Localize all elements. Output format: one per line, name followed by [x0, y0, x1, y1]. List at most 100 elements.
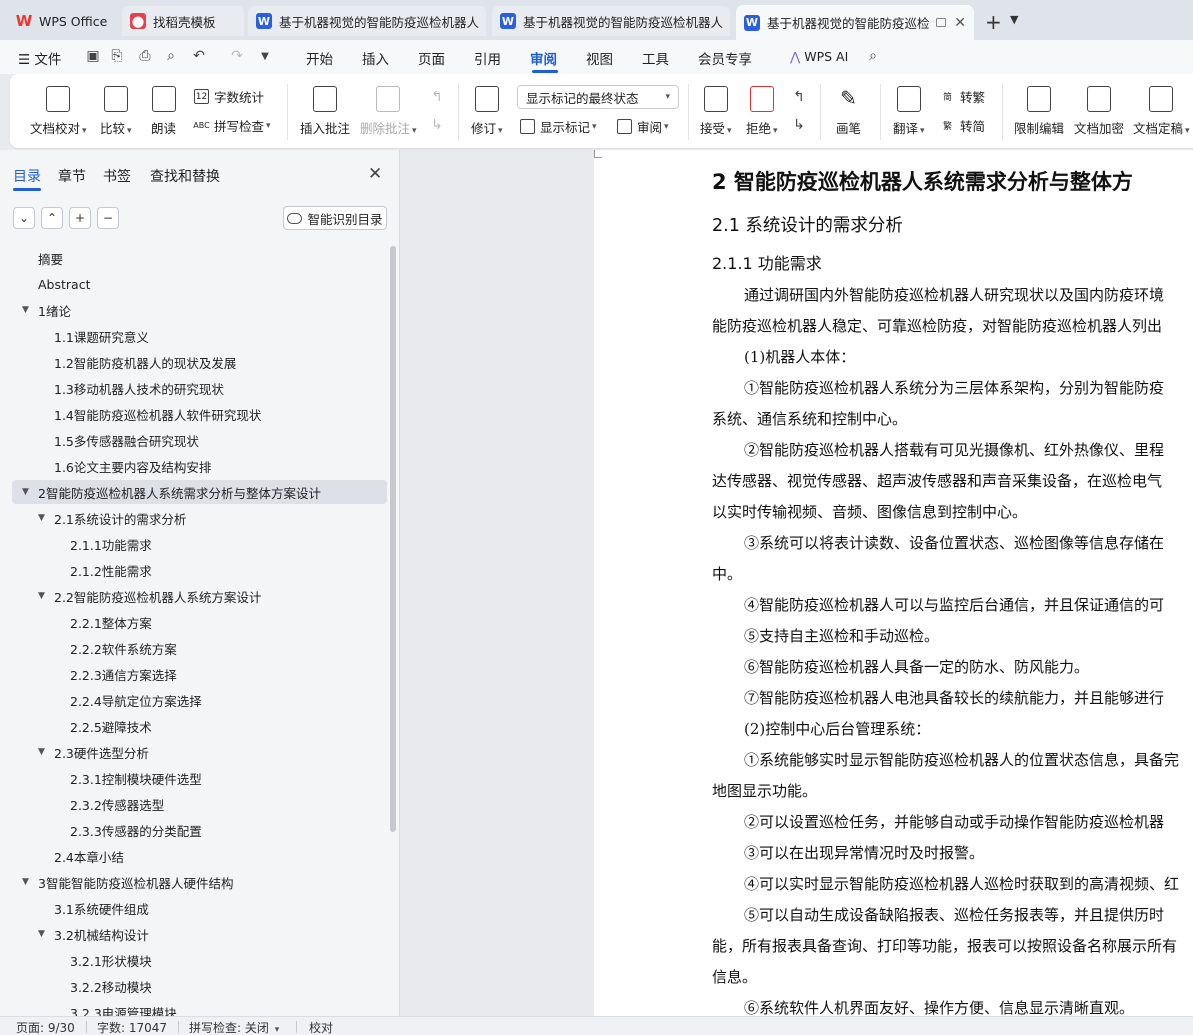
tab-wps-office[interactable]: W WPS Office: [8, 6, 120, 36]
menu-home[interactable]: 开始: [306, 48, 333, 68]
redo-icon[interactable]: ↷: [228, 47, 246, 65]
new-tab-icon[interactable]: +: [985, 10, 1002, 34]
read-aloud-button[interactable]: 朗读: [151, 86, 176, 137]
remove-level-button[interactable]: −: [97, 207, 119, 229]
toc-item[interactable]: 摘要: [0, 246, 63, 270]
reject-button[interactable]: 拒绝 ▾: [746, 86, 778, 137]
toc-item[interactable]: 1.2智能防疫机器人的现状及发展: [0, 350, 236, 374]
toc-item[interactable]: 3.2.2移动模块: [0, 974, 152, 998]
doc-check-button[interactable]: 文档校对 ▾: [30, 86, 87, 137]
toc-item[interactable]: 3.2.1形状模块: [0, 948, 152, 972]
expand-arrow-icon[interactable]: ▼: [38, 513, 54, 523]
toc-item[interactable]: ▼ 2.3硬件选型分析: [0, 740, 149, 764]
chevron-down-icon[interactable]: ▼: [1010, 13, 1018, 26]
tab-document-active[interactable]: W 基于机器视觉的智能防疫巡检 ✕: [736, 5, 974, 40]
file-menu[interactable]: ☰ 文件: [18, 48, 61, 68]
expand-down-button[interactable]: ⌄: [13, 207, 35, 229]
menu-view[interactable]: 视图: [586, 48, 613, 68]
toc-item[interactable]: 2.3.1控制模块硬件选型: [0, 766, 202, 790]
toc-item[interactable]: 2.1.2性能需求: [0, 558, 152, 582]
save-icon[interactable]: ▣: [84, 47, 102, 65]
nav-tab-bookmarks[interactable]: 书签: [103, 166, 131, 186]
toc-item[interactable]: ▼ 2.2智能防疫巡检机器人系统方案设计: [0, 584, 261, 608]
next-comment-icon[interactable]: ↳: [428, 116, 446, 134]
toc-item[interactable]: 2.2.3通信方案选择: [0, 662, 177, 686]
close-tab-icon[interactable]: ✕: [954, 15, 966, 31]
toc-item[interactable]: 2.3.3传感器的分类配置: [0, 818, 202, 842]
insert-comment-button[interactable]: 插入批注: [300, 86, 350, 137]
tab-document-1[interactable]: W 基于机器视觉的智能防疫巡检机器人: [248, 6, 486, 36]
nav-tab-find-replace[interactable]: 查找和替换: [150, 166, 220, 186]
expand-arrow-icon[interactable]: ▼: [22, 487, 38, 497]
to-traditional-button[interactable]: 简 转繁: [940, 87, 985, 106]
print-icon[interactable]: ⎙: [136, 47, 154, 65]
show-markup-button[interactable]: 显示标记 ▾: [520, 117, 597, 136]
markup-state-select[interactable]: 显示标记的最终状态 ▾: [517, 85, 679, 109]
search-icon[interactable]: ⌕: [864, 47, 882, 65]
toc-item[interactable]: 2.2.2软件系统方案: [0, 636, 177, 660]
next-change-icon[interactable]: ↳: [790, 116, 808, 134]
page-indicator[interactable]: 页面: 9/30: [16, 1019, 75, 1035]
tab-daoke-templates[interactable]: ⬤ 找稻壳模板: [122, 6, 244, 36]
doc-encrypt-button[interactable]: 文档加密: [1074, 86, 1124, 137]
spell-check-button[interactable]: ABC 拼写检查 ▾: [193, 116, 270, 135]
toc-item[interactable]: ▼ 3.2机械结构设计: [0, 922, 149, 946]
track-changes-button[interactable]: 修订 ▾: [471, 86, 503, 137]
quick-access-more-icon[interactable]: ▼: [256, 47, 274, 65]
restrict-edit-button[interactable]: 限制编辑: [1014, 86, 1064, 137]
review-pane-button[interactable]: 审阅 ▾: [617, 117, 669, 136]
toc-item[interactable]: 2.2.5避障技术: [0, 714, 152, 738]
wps-ai-button[interactable]: ⋀ WPS AI: [790, 49, 848, 64]
doc-finalize-button[interactable]: 文档定稿 ▾: [1133, 86, 1190, 137]
proofread-status[interactable]: 校对: [309, 1019, 333, 1035]
expand-arrow-icon[interactable]: ▼: [22, 877, 38, 887]
menu-member[interactable]: 会员专享: [698, 48, 752, 68]
document-page[interactable]: 2 智能防疫巡检机器人系统需求分析与整体方 2.1 系统设计的需求分析 2.1.1 …: [594, 150, 1193, 1016]
expand-arrow-icon[interactable]: ▼: [38, 747, 54, 757]
toc-item[interactable]: 1.5多传感器融合研究现状: [0, 428, 199, 452]
expand-arrow-icon[interactable]: ▼: [22, 305, 38, 315]
toc-item[interactable]: ▼ 3智能智能防疫巡检机器人硬件结构: [0, 870, 233, 894]
smart-toc-button[interactable]: 智能识别目录: [283, 206, 387, 230]
toc-item[interactable]: 1.6论文主要内容及结构安排: [0, 454, 211, 478]
menu-references[interactable]: 引用: [474, 48, 501, 68]
menu-insert[interactable]: 插入: [362, 48, 389, 68]
toc-item[interactable]: ▼ 1绪论: [0, 298, 71, 322]
toc-item[interactable]: 3.1系统硬件组成: [0, 896, 149, 920]
to-simplified-button[interactable]: 繁 转简: [940, 116, 985, 135]
pen-button[interactable]: ✎ 画笔: [836, 86, 861, 137]
spell-check-status[interactable]: 拼写检查: 关闭 ▾: [189, 1019, 279, 1035]
word-count-indicator[interactable]: 字数: 17047: [97, 1019, 167, 1035]
add-level-button[interactable]: +: [69, 207, 91, 229]
word-count-button[interactable]: 12 字数统计: [194, 87, 264, 106]
menu-tools[interactable]: 工具: [642, 48, 669, 68]
print-preview-icon[interactable]: ⌕: [162, 47, 180, 65]
previous-comment-icon[interactable]: ↰: [428, 88, 446, 106]
expand-arrow-icon[interactable]: ▼: [38, 929, 54, 939]
toc-item[interactable]: 1.4智能防疫巡检机器人软件研究现状: [0, 402, 261, 426]
expand-arrow-icon[interactable]: ▼: [38, 591, 54, 601]
toc-item[interactable]: ▼ 2.1系统设计的需求分析: [0, 506, 186, 530]
toc-item[interactable]: 1.1课题研究意义: [0, 324, 149, 348]
toc-item[interactable]: 2.2.1整体方案: [0, 610, 152, 634]
undo-icon[interactable]: ↶: [190, 47, 208, 65]
close-icon[interactable]: ✕: [368, 164, 382, 184]
previous-change-icon[interactable]: ↰: [790, 88, 808, 106]
menu-page[interactable]: 页面: [418, 48, 445, 68]
toc-item[interactable]: 2.1.1功能需求: [0, 532, 152, 556]
toc-item[interactable]: 2.4本章小结: [0, 844, 124, 868]
collapse-up-button[interactable]: ⌃: [41, 207, 63, 229]
toc-item[interactable]: 2.2.4导航定位方案选择: [0, 688, 202, 712]
nav-tab-chapters[interactable]: 章节: [58, 166, 86, 186]
window-icon[interactable]: [935, 18, 947, 27]
toc-scrollbar[interactable]: [390, 246, 396, 832]
delete-comment-button[interactable]: 删除批注 ▾: [360, 86, 417, 137]
toc-item[interactable]: 3.2.3电源管理模块: [0, 1000, 177, 1017]
toc-item[interactable]: ▼ 2智能防疫巡检机器人系统需求分析与整体方案设计: [12, 480, 387, 504]
menu-review[interactable]: 审阅: [530, 48, 557, 68]
accept-button[interactable]: 接受 ▾: [700, 86, 732, 137]
translate-button[interactable]: 翻译 ▾: [893, 86, 925, 137]
toc-item[interactable]: 2.3.2传感器选型: [0, 792, 164, 816]
compare-button[interactable]: 比较 ▾: [100, 86, 132, 137]
tab-document-2[interactable]: W 基于机器视觉的智能防疫巡检机器人: [492, 6, 730, 36]
